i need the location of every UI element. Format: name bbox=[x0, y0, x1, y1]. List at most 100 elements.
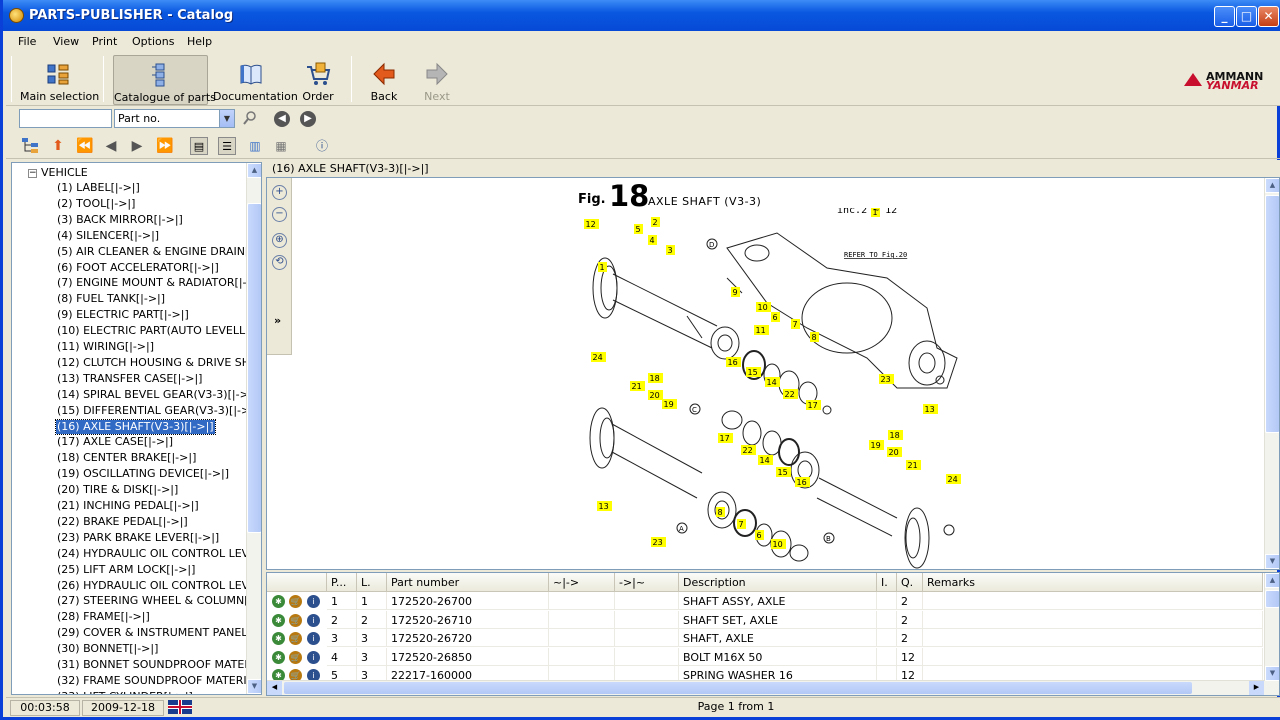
callout-label[interactable]: 24 bbox=[948, 475, 958, 484]
table-cell[interactable] bbox=[923, 629, 1263, 647]
expand-panel-icon[interactable]: » bbox=[274, 314, 281, 327]
tree-item[interactable]: (28) FRAME[|->|] bbox=[56, 610, 151, 624]
table-cell[interactable]: 1 bbox=[327, 592, 357, 610]
table-cell[interactable] bbox=[877, 592, 897, 610]
detail-view-icon[interactable]: ▤ bbox=[190, 137, 208, 155]
callout-label[interactable]: 24 bbox=[593, 353, 603, 362]
tree-item[interactable]: (17) AXLE CASE[|->|] bbox=[56, 435, 174, 449]
callout-label[interactable]: 23 bbox=[881, 375, 891, 384]
tree-item[interactable]: (12) CLUTCH HOUSING & DRIVE SHAFT[|- bbox=[56, 356, 261, 370]
gear-icon[interactable]: ✱ bbox=[272, 595, 285, 608]
callout-label[interactable]: 4 bbox=[650, 236, 655, 245]
callout-label[interactable]: 14 bbox=[767, 378, 777, 387]
tree-item[interactable]: (27) STEERING WHEEL & COLUMN[|->|] bbox=[56, 594, 261, 608]
table-scroll-thumb[interactable] bbox=[1265, 590, 1279, 608]
previous-icon[interactable]: ◀ bbox=[102, 137, 120, 155]
add-to-cart-icon[interactable]: 🛒 bbox=[289, 632, 302, 645]
zoom-in-icon[interactable]: + bbox=[272, 185, 287, 200]
table-cell[interactable] bbox=[615, 629, 679, 647]
tree-item[interactable]: (16) AXLE SHAFT(V3-3)[|->|] bbox=[55, 418, 216, 435]
callout-label[interactable]: 7 bbox=[739, 520, 744, 529]
close-button[interactable]: ✕ bbox=[1258, 6, 1279, 27]
scroll-up-icon[interactable]: ▲ bbox=[1265, 573, 1279, 588]
next-result-icon[interactable]: ▶ bbox=[300, 111, 316, 127]
tree-item[interactable]: (5) AIR CLEANER & ENGINE DRAIN[|->|] bbox=[56, 245, 261, 259]
table-cell[interactable] bbox=[615, 610, 679, 629]
callout-label[interactable]: 1 bbox=[600, 263, 605, 272]
menu-file[interactable]: File bbox=[18, 35, 36, 48]
column-header[interactable]: Remarks bbox=[923, 573, 1263, 592]
minimize-button[interactable]: _ bbox=[1214, 6, 1235, 27]
language-flag-icon[interactable] bbox=[168, 700, 192, 714]
callout-label[interactable]: 15 bbox=[778, 468, 788, 477]
callout-label[interactable]: 10 bbox=[758, 303, 768, 312]
callout-label[interactable]: 13 bbox=[925, 405, 935, 414]
table-cell[interactable] bbox=[923, 647, 1263, 666]
table-cell[interactable]: 3 bbox=[327, 629, 357, 647]
callout-label[interactable]: 21 bbox=[908, 461, 918, 470]
tree-item[interactable]: (22) BRAKE PEDAL[|->|] bbox=[56, 515, 189, 529]
tree-item[interactable]: (26) HYDRAULIC OIL CONTROL LEVER(P.T bbox=[56, 579, 261, 593]
table-hscrollbar[interactable]: ◀ ▶ bbox=[267, 680, 1279, 695]
add-to-cart-icon[interactable]: 🛒 bbox=[289, 595, 302, 608]
callout-label[interactable]: 23 bbox=[653, 538, 663, 547]
table-cell[interactable]: 1 bbox=[357, 592, 387, 610]
table-vscrollbar[interactable]: ▲ ▼ bbox=[1264, 573, 1279, 681]
callout-label[interactable]: 6 bbox=[757, 531, 762, 540]
tree-item[interactable]: (24) HYDRAULIC OIL CONTROL LEVER[|-> bbox=[56, 547, 261, 561]
back-button[interactable]: Back bbox=[363, 55, 405, 105]
menu-options[interactable]: Options bbox=[132, 35, 174, 48]
grid-view-icon[interactable]: ▦ bbox=[272, 137, 290, 155]
scroll-down-icon[interactable]: ▼ bbox=[247, 679, 261, 694]
tree-item[interactable]: (1) LABEL[|->|] bbox=[56, 181, 141, 195]
table-cell[interactable]: SHAFT ASSY, AXLE bbox=[679, 592, 877, 610]
tree-item[interactable]: (10) ELECTRIC PART(AUTO LEVELLER)[|-> bbox=[56, 324, 261, 338]
column-header[interactable]: ->|~ bbox=[615, 573, 679, 592]
callout-label[interactable]: 8 bbox=[718, 508, 723, 517]
callout-label[interactable]: 5 bbox=[636, 225, 641, 234]
tree-item[interactable]: (33) LIFT CYLINDER[|->|] bbox=[56, 690, 194, 694]
split-view-icon[interactable]: ▥ bbox=[246, 137, 264, 155]
callout-label[interactable]: 6 bbox=[773, 313, 778, 322]
tree-item[interactable]: (2) TOOL[|->|] bbox=[56, 197, 136, 211]
tree-item[interactable]: (20) TIRE & DISK[|->|] bbox=[56, 483, 179, 497]
tree-item[interactable]: (29) COVER & INSTRUMENT PANEL[|->|] bbox=[56, 626, 261, 640]
table-cell[interactable]: 2 bbox=[357, 610, 387, 629]
main-selection-button[interactable]: Main selection bbox=[20, 55, 99, 105]
callout-label[interactable]: 22 bbox=[743, 446, 753, 455]
tree-item[interactable]: (11) WIRING[|->|] bbox=[56, 340, 155, 354]
documentation-button[interactable]: Documentation bbox=[213, 55, 298, 105]
table-cell[interactable]: 172520-26700 bbox=[387, 592, 549, 610]
callout-label[interactable]: 17 bbox=[808, 401, 818, 410]
table-cell[interactable] bbox=[615, 592, 679, 610]
callout-label[interactable]: 19 bbox=[664, 400, 674, 409]
table-cell[interactable] bbox=[923, 592, 1263, 610]
tree-item[interactable]: (4) SILENCER[|->|] bbox=[56, 229, 160, 243]
table-cell[interactable]: SHAFT, AXLE bbox=[679, 629, 877, 647]
tree-item[interactable]: (23) PARK BRAKE LEVER[|->|] bbox=[56, 531, 220, 545]
drawing-scroll-thumb[interactable] bbox=[1265, 195, 1279, 433]
tree-scrollbar[interactable]: ▲ ▼ bbox=[246, 163, 261, 694]
table-cell[interactable] bbox=[549, 647, 615, 666]
table-cell[interactable]: 2 bbox=[897, 610, 923, 629]
callout-label[interactable]: 20 bbox=[889, 448, 899, 457]
table-cell[interactable]: 3 bbox=[357, 629, 387, 647]
forward-icon[interactable]: ▶ bbox=[128, 137, 146, 155]
column-header[interactable]: Description bbox=[679, 573, 877, 592]
scroll-right-icon[interactable]: ▶ bbox=[1249, 681, 1264, 695]
tree-item[interactable]: (7) ENGINE MOUNT & RADIATOR[|->|] bbox=[56, 276, 261, 290]
tree-item[interactable]: (3) BACK MIRROR[|->|] bbox=[56, 213, 184, 227]
zoom-out-icon[interactable]: − bbox=[272, 207, 287, 222]
tree-item[interactable]: (21) INCHING PEDAL[|->|] bbox=[56, 499, 200, 513]
callout-label[interactable]: 10 bbox=[773, 540, 783, 549]
info-icon[interactable]: i bbox=[307, 632, 320, 645]
table-cell[interactable]: 2 bbox=[897, 592, 923, 610]
zoom-reset-icon[interactable]: ⟲ bbox=[272, 255, 287, 270]
up-arrow-icon[interactable]: ⬆ bbox=[49, 137, 67, 155]
column-header[interactable]: ~|-> bbox=[549, 573, 615, 592]
table-cell[interactable] bbox=[615, 647, 679, 666]
scroll-up-icon[interactable]: ▲ bbox=[247, 163, 261, 178]
tree-item[interactable]: (14) SPIRAL BEVEL GEAR(V3-3)[|->|] bbox=[56, 388, 258, 402]
table-cell[interactable] bbox=[549, 610, 615, 629]
table-cell[interactable] bbox=[877, 647, 897, 666]
